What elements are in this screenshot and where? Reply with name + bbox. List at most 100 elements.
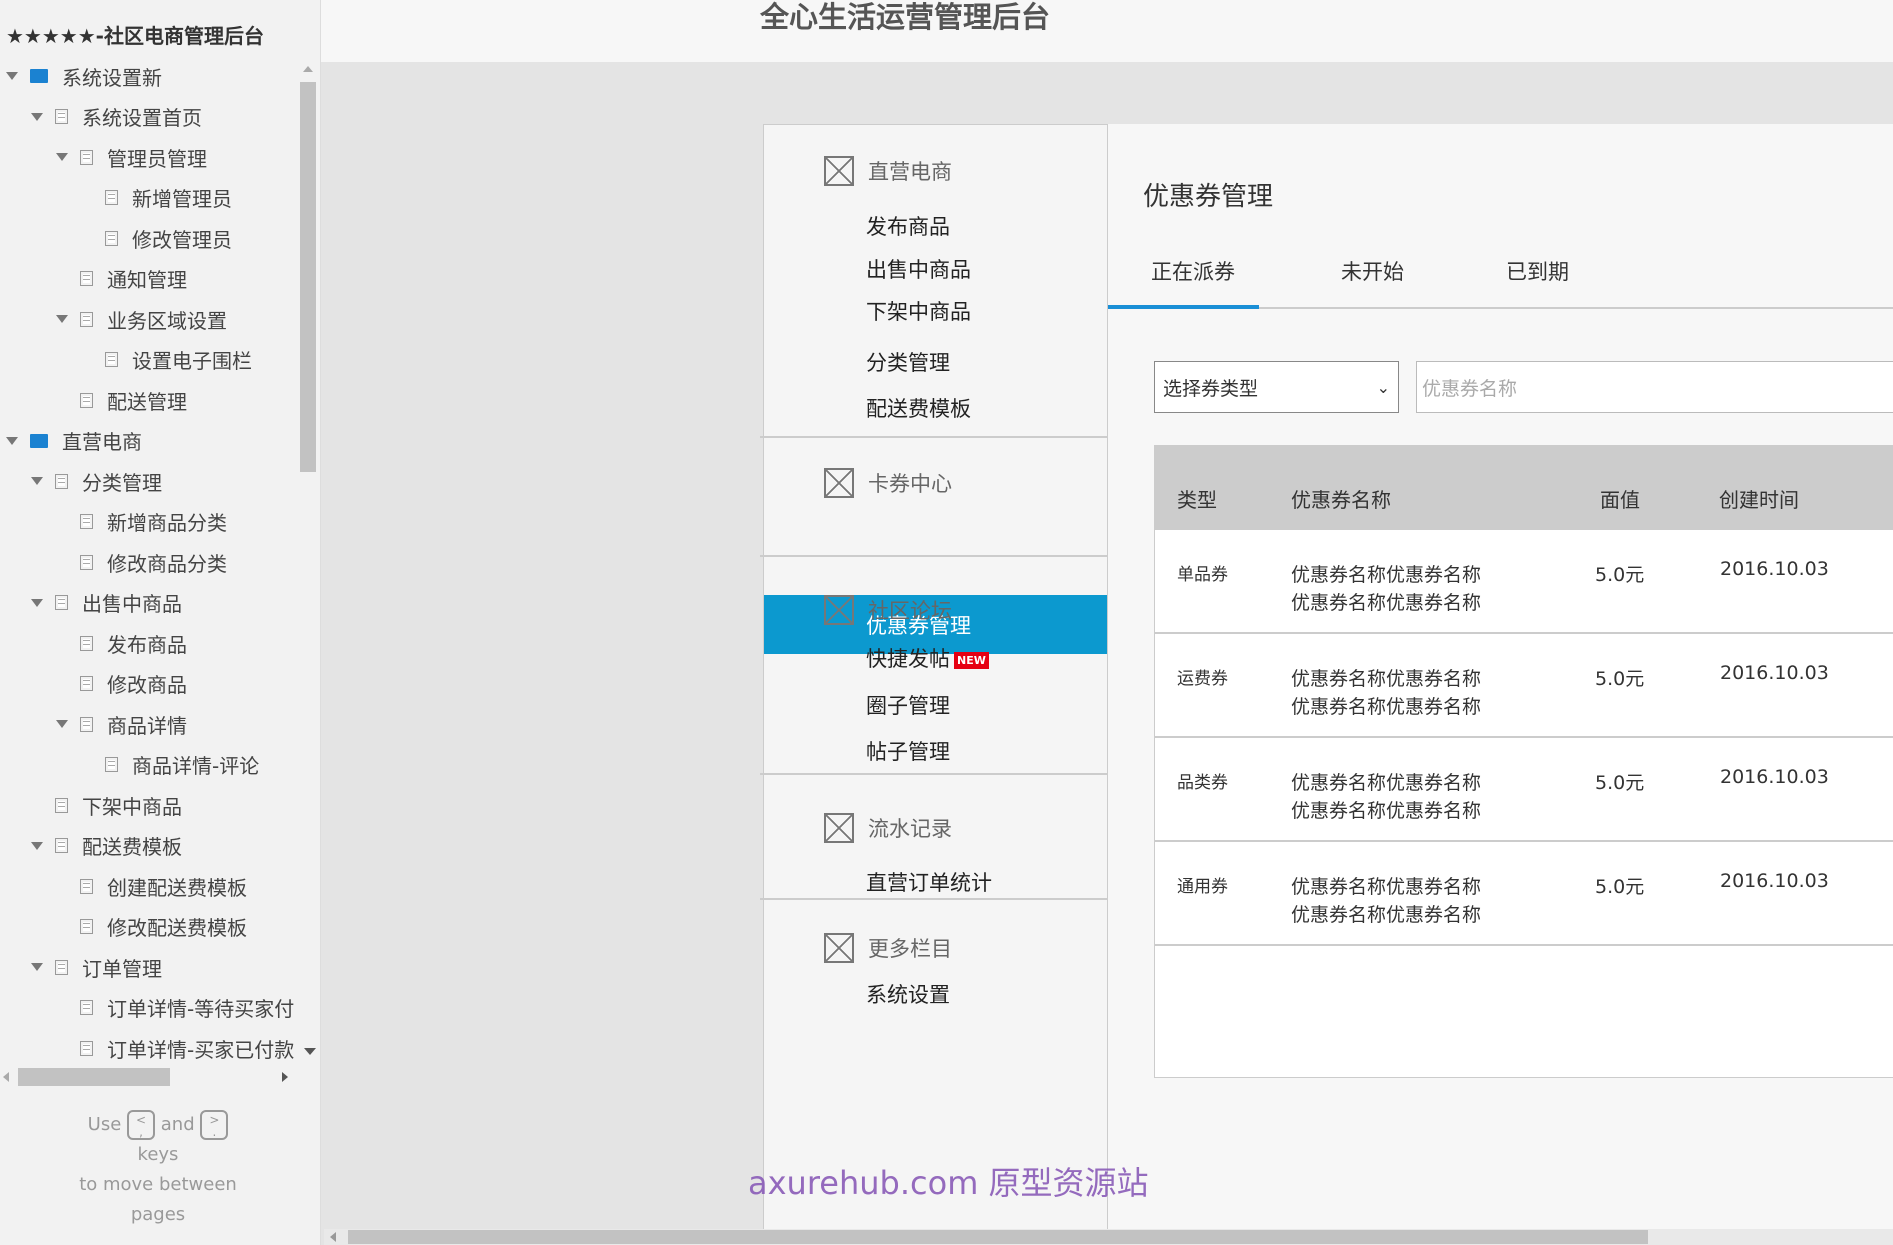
cell-created: 2016.10.03 bbox=[1720, 558, 1829, 580]
table-row[interactable]: 运费券 优惠券名称优惠券名称 优惠券名称优惠券名称 5.0元 2016.10.03 bbox=[1155, 634, 1893, 738]
table-row[interactable]: 单品券 优惠券名称优惠券名称 优惠券名称优惠券名称 5.0元 2016.10.03 bbox=[1155, 530, 1893, 634]
menu-section-title: 直营电商 bbox=[868, 160, 952, 184]
tree-item-label: 系统设置新 bbox=[62, 65, 162, 90]
expand-arrow-icon[interactable] bbox=[31, 598, 43, 607]
expand-arrow-icon[interactable] bbox=[56, 153, 68, 161]
menu-section-title: 流水记录 bbox=[868, 817, 952, 841]
tree-horizontal-scrollbar[interactable] bbox=[0, 1066, 300, 1088]
scroll-right-icon[interactable] bbox=[282, 1072, 288, 1082]
page-icon bbox=[80, 271, 93, 286]
tree-item-label: 分类管理 bbox=[82, 470, 162, 495]
tree-item[interactable]: 修改配送费模板 bbox=[56, 907, 247, 947]
menu-item[interactable]: 帖子管理 bbox=[866, 736, 950, 766]
tree-item[interactable]: 下架中商品 bbox=[31, 785, 182, 825]
tree-item-label: 发布商品 bbox=[107, 632, 187, 657]
menu-item[interactable]: 下架中商品 bbox=[866, 296, 971, 326]
tab-active[interactable]: 正在派券 bbox=[1151, 256, 1235, 286]
expand-arrow-icon[interactable] bbox=[56, 720, 68, 728]
expand-arrow-icon[interactable] bbox=[56, 315, 68, 323]
menu-item-label: 快捷发帖 bbox=[866, 647, 950, 671]
placeholder-image-icon bbox=[824, 595, 854, 625]
table-header: 类型 优惠券名称 面值 创建时间 bbox=[1155, 446, 1893, 530]
tree-item[interactable]: 管理员管理 bbox=[56, 137, 207, 177]
menu-section-2[interactable]: 社区论坛 bbox=[824, 595, 952, 625]
tree-item[interactable]: 修改商品 bbox=[56, 664, 187, 704]
tree-item[interactable]: 修改商品分类 bbox=[56, 542, 227, 582]
expand-arrow-icon[interactable] bbox=[6, 72, 18, 80]
menu-section-0[interactable]: 直营电商 bbox=[824, 156, 952, 186]
cell-name: 优惠券名称优惠券名称 bbox=[1291, 904, 1482, 926]
scroll-left-icon[interactable] bbox=[3, 1072, 9, 1082]
menu-divider bbox=[760, 436, 1110, 438]
expand-arrow-icon[interactable] bbox=[31, 477, 43, 485]
tree-item[interactable]: 订单详情-等待买家付 bbox=[56, 988, 294, 1028]
tree-item[interactable]: 出售中商品 bbox=[31, 583, 182, 623]
cell-name: 优惠券名称优惠券名称 bbox=[1291, 876, 1482, 898]
tree-item[interactable]: 直营电商 bbox=[6, 421, 142, 461]
app-title: ★★★★★-社区电商管理后台 bbox=[6, 24, 264, 48]
tree-item[interactable]: 修改管理员 bbox=[81, 218, 232, 258]
tab-expired[interactable]: 已到期 bbox=[1506, 256, 1569, 286]
tree-item[interactable]: 系统设置首页 bbox=[31, 97, 202, 137]
tree-item[interactable]: 订单详情-买家已付款 bbox=[56, 1028, 294, 1064]
scroll-left-icon[interactable] bbox=[330, 1232, 336, 1242]
cell-name: 优惠券名称优惠券名称 bbox=[1291, 592, 1482, 614]
page-icon bbox=[80, 1000, 93, 1015]
help-keys: keys bbox=[137, 1144, 179, 1165]
tree-item[interactable]: 订单管理 bbox=[31, 947, 162, 987]
menu-item[interactable]: 直营订单统计 bbox=[866, 867, 992, 897]
tree-item[interactable]: 发布商品 bbox=[56, 623, 187, 663]
scroll-up-icon[interactable] bbox=[303, 66, 313, 72]
tree-item[interactable]: 新增商品分类 bbox=[56, 502, 227, 542]
tree-item[interactable]: 设置电子围栏 bbox=[81, 340, 252, 380]
menu-section-1[interactable]: 卡券中心 bbox=[824, 468, 952, 498]
menu-item[interactable]: 分类管理 bbox=[866, 347, 950, 377]
scroll-down-icon[interactable] bbox=[304, 1048, 316, 1055]
tree-item[interactable]: 配送费模板 bbox=[31, 826, 182, 866]
menu-divider bbox=[760, 898, 1110, 900]
tree-item[interactable]: 系统设置新 bbox=[6, 56, 162, 96]
page-icon bbox=[80, 919, 93, 934]
scrollbar-thumb[interactable] bbox=[300, 82, 316, 472]
table-row[interactable]: 通用券 优惠券名称优惠券名称 优惠券名称优惠券名称 5.0元 2016.10.03 bbox=[1155, 842, 1893, 946]
col-value: 面值 bbox=[1600, 488, 1640, 512]
menu-item[interactable]: 配送费模板 bbox=[866, 393, 971, 423]
tree-item[interactable]: 通知管理 bbox=[56, 259, 187, 299]
menu-item[interactable]: 系统设置 bbox=[866, 979, 950, 1009]
tree-item[interactable]: 商品详情-评论 bbox=[81, 745, 259, 785]
tree-item[interactable]: 分类管理 bbox=[31, 461, 162, 501]
page-icon bbox=[80, 149, 93, 165]
expand-arrow-icon[interactable] bbox=[6, 436, 18, 445]
menu-item[interactable]: 快捷发帖 NEW bbox=[866, 643, 989, 673]
tree-item[interactable]: 业务区域设置 bbox=[56, 299, 227, 339]
expand-arrow-icon[interactable] bbox=[31, 112, 43, 121]
menu-section-4[interactable]: 更多栏目 bbox=[824, 933, 952, 963]
scrollbar-thumb[interactable] bbox=[348, 1230, 1648, 1244]
expand-arrow-icon[interactable] bbox=[31, 963, 43, 971]
menu-item[interactable]: 圈子管理 bbox=[866, 690, 950, 720]
menu-item[interactable]: 发布商品 bbox=[866, 211, 950, 241]
coupon-name-input[interactable]: 优惠券名称 bbox=[1416, 361, 1893, 413]
tab-not-started[interactable]: 未开始 bbox=[1341, 256, 1404, 286]
tree-item-label: 修改管理员 bbox=[132, 227, 232, 252]
table-row[interactable]: 品类券 优惠券名称优惠券名称 优惠券名称优惠券名称 5.0元 2016.10.03 bbox=[1155, 738, 1893, 842]
tree-item[interactable]: 配送管理 bbox=[56, 380, 187, 420]
coupon-type-select[interactable]: 选择券类型 ⌄ bbox=[1154, 361, 1399, 413]
tree-item[interactable]: 商品详情 bbox=[56, 704, 187, 744]
menu-section-3[interactable]: 流水记录 bbox=[824, 813, 952, 843]
expand-arrow-icon[interactable] bbox=[31, 841, 43, 850]
page-horizontal-scrollbar[interactable] bbox=[324, 1229, 1893, 1245]
tree-item-label: 商品详情-评论 bbox=[132, 754, 260, 778]
tree-item[interactable]: 新增管理员 bbox=[81, 178, 232, 218]
scrollbar-thumb[interactable] bbox=[18, 1068, 170, 1086]
tree-vertical-scrollbar[interactable] bbox=[298, 62, 318, 1062]
menu-item-label: 圈子管理 bbox=[866, 694, 950, 718]
tree-item[interactable]: 创建配送费模板 bbox=[56, 866, 247, 906]
cell-type: 通用券 bbox=[1177, 877, 1228, 897]
menu-item[interactable]: 出售中商品 bbox=[866, 254, 971, 284]
